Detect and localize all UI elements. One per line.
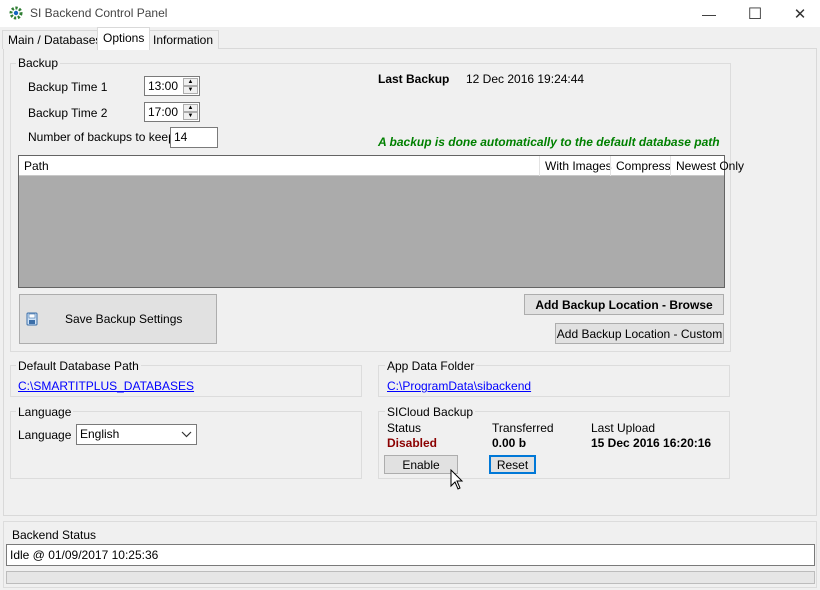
- last-backup-value: 12 Dec 2016 19:24:44: [466, 72, 585, 86]
- spin-up-icon[interactable]: ▲: [183, 104, 198, 112]
- grid-header: Path With Images Compress Newest Only: [19, 156, 744, 176]
- column-compress[interactable]: Compress: [610, 156, 671, 176]
- sicloud-reset-button[interactable]: Reset: [489, 455, 536, 474]
- save-backup-settings-label: Save Backup Settings: [65, 312, 183, 326]
- backup-time1-label: Backup Time 1: [28, 80, 108, 94]
- backup-time1-picker[interactable]: 13:00 ▲ ▼: [144, 76, 200, 96]
- tab-main-databases[interactable]: Main / Databases: [2, 30, 108, 49]
- language-group-title: Language: [16, 405, 74, 419]
- column-with-images[interactable]: With Images: [539, 156, 612, 176]
- last-backup-label: Last Backup: [378, 72, 450, 86]
- language-group: [10, 411, 362, 479]
- app-gear-icon: [8, 5, 24, 21]
- spin-down-icon[interactable]: ▼: [183, 112, 198, 120]
- auto-backup-note: A backup is done automatically to the de…: [378, 135, 720, 149]
- add-location-custom-button[interactable]: Add Backup Location - Custom: [555, 323, 724, 344]
- mouse-cursor-icon: [450, 468, 464, 491]
- backup-count-input[interactable]: 14: [170, 127, 218, 148]
- backend-status-title: Backend Status: [10, 528, 99, 542]
- backup-time1-value: 13:00: [148, 79, 179, 93]
- close-icon: ✕: [793, 5, 807, 23]
- maximize-button[interactable]: ☐: [732, 0, 778, 27]
- tab-options[interactable]: Options: [97, 27, 151, 50]
- sicloud-transferred-label: Transferred: [492, 421, 554, 435]
- backup-time2-value: 17:00: [148, 105, 179, 119]
- backend-status-text: Idle @ 01/09/2017 10:25:36: [6, 544, 815, 566]
- language-selected-value: English: [80, 427, 120, 441]
- maximize-icon: ☐: [747, 5, 763, 23]
- backup-count-label: Number of backups to keep: [28, 130, 175, 144]
- default-db-group-title: Default Database Path: [16, 359, 141, 373]
- sicloud-status-value: Disabled: [387, 436, 438, 450]
- sicloud-enable-button[interactable]: Enable: [384, 455, 458, 474]
- minimize-icon: —: [702, 5, 716, 22]
- save-backup-settings-button[interactable]: Save Backup Settings: [19, 294, 217, 344]
- sicloud-transferred-value: 0.00 b: [492, 436, 527, 450]
- close-button[interactable]: ✕: [777, 0, 820, 27]
- spin-up-icon[interactable]: ▲: [183, 78, 198, 86]
- app-data-path-link[interactable]: C:\ProgramData\sibackend: [387, 379, 531, 393]
- backup-time2-label: Backup Time 2: [28, 106, 108, 120]
- spin-down-icon[interactable]: ▼: [183, 86, 198, 94]
- sicloud-group-title: SICloud Backup: [385, 405, 476, 419]
- backup-time2-picker[interactable]: 17:00 ▲ ▼: [144, 102, 200, 122]
- window-title: SI Backend Control Panel: [30, 6, 168, 20]
- backup-group-title: Backup: [16, 56, 61, 70]
- tab-information[interactable]: Information: [147, 30, 220, 49]
- column-path[interactable]: Path: [19, 156, 539, 176]
- sicloud-last-upload-label: Last Upload: [591, 421, 656, 435]
- backend-progress-bar: [6, 571, 815, 584]
- backup-locations-grid[interactable]: Path With Images Compress Newest Only: [18, 155, 744, 288]
- sicloud-last-upload-value: 15 Dec 2016 16:20:16: [591, 436, 712, 450]
- app-data-group-title: App Data Folder: [385, 359, 477, 373]
- sicloud-status-label: Status: [387, 421, 422, 435]
- default-db-path-link[interactable]: C:\SMARTITPLUS_DATABASES: [18, 379, 194, 393]
- language-label: Language: [18, 428, 72, 442]
- language-select[interactable]: English: [76, 424, 197, 445]
- chevron-down-icon: [181, 428, 192, 443]
- column-newest-only[interactable]: Newest Only: [670, 156, 744, 176]
- save-disk-icon: [24, 311, 40, 327]
- minimize-button[interactable]: —: [686, 0, 732, 27]
- add-location-browse-button[interactable]: Add Backup Location - Browse: [524, 294, 724, 315]
